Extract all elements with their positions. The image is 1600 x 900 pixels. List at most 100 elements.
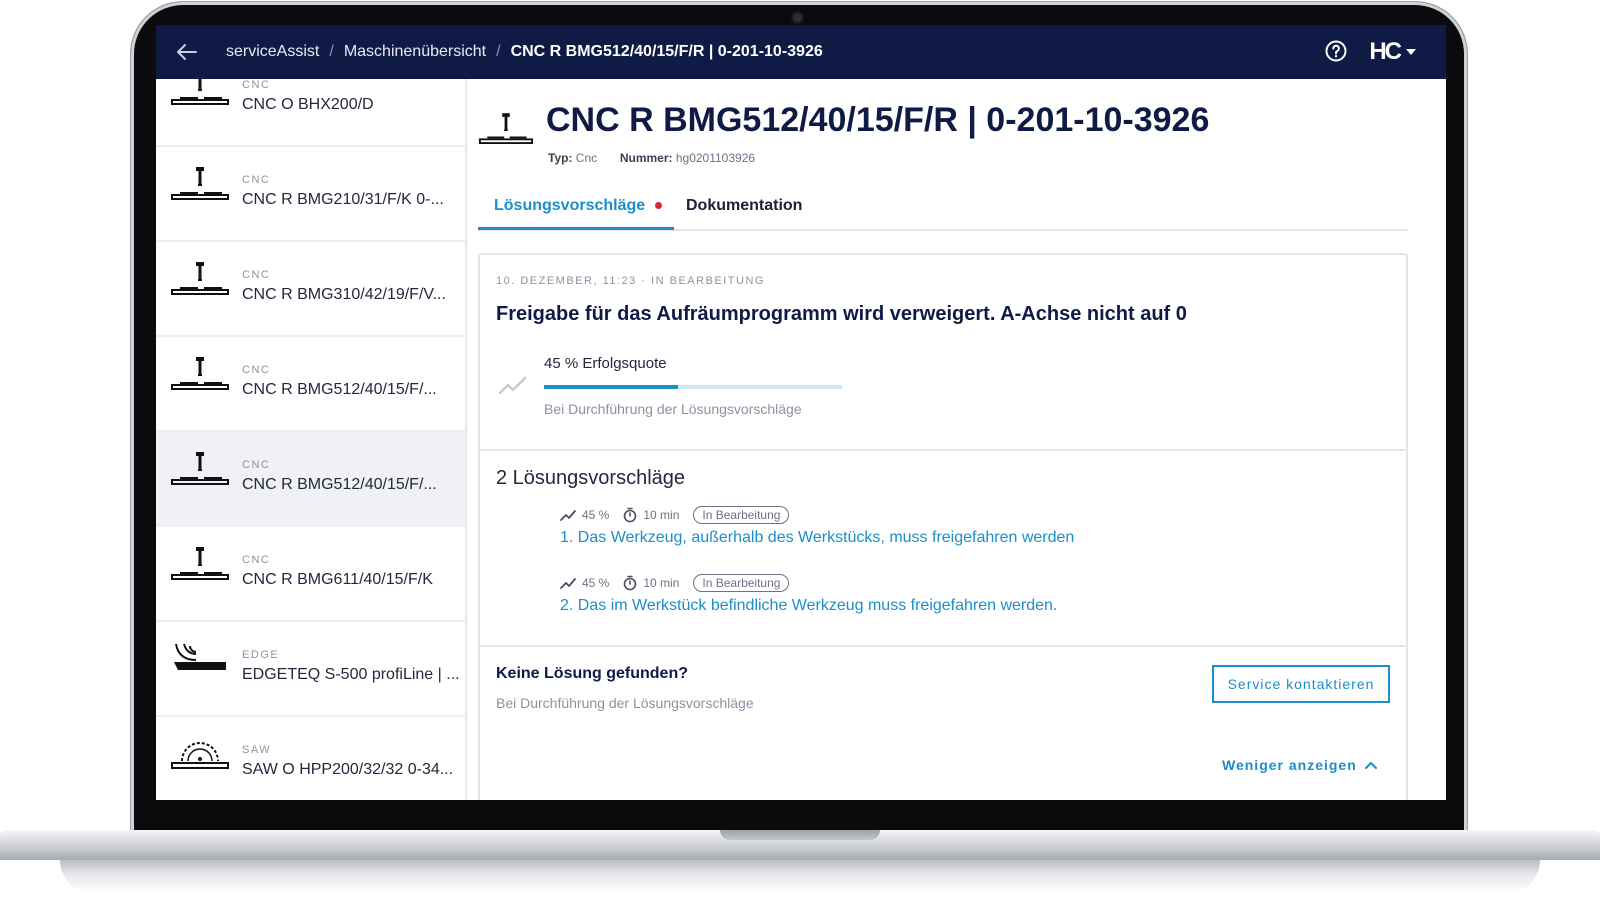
solution-item: 45 % 10 min In Bearbeitung 2. Das im Wer… [560, 573, 1057, 615]
machine-list-item[interactable]: SAW SAW O HPP200/32/32 0-34... [156, 717, 465, 800]
success-rate-label: 45 % Erfolgsquote [544, 355, 667, 372]
machine-list-item[interactable]: CNC CNC R BMG310/42/19/F/V... [156, 242, 465, 337]
issue-status: 10. DEZEMBER, 11:23 · IN BEARBEITUNG [496, 275, 765, 287]
solution-item: 45 % 10 min In Bearbeitung 1. Das Werkze… [560, 505, 1074, 547]
camera [793, 13, 802, 22]
saw-machine-icon [171, 742, 229, 769]
show-less-label: Weniger anzeigen [1222, 757, 1357, 773]
tab-documentation-label: Dokumentation [686, 197, 803, 214]
stopwatch-icon [624, 575, 637, 591]
help-button[interactable] [1324, 39, 1348, 63]
tab-solutions[interactable]: Lösungsvorschläge [494, 197, 663, 215]
trend-icon [498, 376, 527, 395]
machine-name: CNC R BMG611/40/15/F/K [242, 571, 433, 588]
breadcrumb-separator: / [496, 43, 501, 60]
stopwatch-icon [624, 507, 637, 523]
tab-bar: Lösungsvorschläge Dokumentation [478, 191, 1408, 231]
machine-list-item[interactable]: CNC CNC R BMG611/40/15/F/K [156, 527, 465, 622]
page-title: CNC R BMG512/40/15/F/R | 0-201-10-3926 [546, 101, 1210, 139]
machine-name: EDGETEQ S-500 profiLine | ... [242, 666, 460, 683]
breadcrumb: serviceAssist / Maschinenübersicht / CNC… [226, 25, 823, 79]
machine-category: SAW [242, 744, 272, 756]
machine-name: CNC R BMG310/42/19/F/V... [242, 286, 446, 303]
machine-name: CNC O BHX200/D [242, 96, 374, 113]
back-button[interactable] [174, 40, 200, 64]
machine-list-item[interactable]: CNC CNC O BHX200/D [156, 79, 465, 147]
solution-time: 10 min [643, 576, 680, 590]
number-value: hg0201103926 [675, 151, 756, 165]
breadcrumb-serviceassist[interactable]: serviceAssist [226, 43, 319, 61]
active-tab-indicator [478, 227, 674, 230]
machine-detail: CNC R BMG512/40/15/F/R | 0-201-10-3926 T… [478, 79, 1408, 800]
no-solution-section: Keine Lösung gefunden? Bei Durchführung … [480, 647, 1406, 800]
solution-rate: 45 % [582, 576, 610, 590]
machine-category: CNC [242, 554, 271, 566]
brand-logo: HC [1369, 38, 1402, 65]
cnc-machine-icon [171, 547, 229, 580]
laptop-base-bottom [60, 860, 1540, 894]
solution-meta: 45 % 10 min In Bearbeitung [560, 573, 1057, 593]
show-less-button[interactable]: Weniger anzeigen [1222, 757, 1377, 773]
no-solution-title: Keine Lösung gefunden? [496, 665, 688, 682]
cnc-machine-icon [171, 262, 229, 295]
type-label: Typ: [548, 151, 573, 165]
machine-list: CNC CNC O BHX200/D CNC CNC R BMG210/31/F… [156, 79, 467, 800]
trend-icon [560, 578, 576, 589]
machine-category: EDGE [242, 649, 280, 661]
machine-name: CNC R BMG512/40/15/F/... [242, 381, 437, 398]
machine-category: CNC [242, 269, 271, 281]
solution-time: 10 min [643, 508, 680, 522]
tab-documentation[interactable]: Dokumentation [686, 197, 802, 215]
solution-rate: 45 % [582, 508, 610, 522]
laptop-notch [720, 830, 880, 840]
no-solution-subtitle: Bei Durchführung der Lösungsvorschläge [496, 695, 754, 711]
success-rate-fill [544, 385, 679, 389]
arrow-left-icon [177, 44, 197, 60]
machine-list-item-selected[interactable]: CNC CNC R BMG512/40/15/F/... [156, 432, 465, 527]
machine-category: CNC [242, 459, 271, 471]
solution-link[interactable]: 1. Das Werkzeug, außerhalb des Werkstück… [560, 529, 1074, 547]
cnc-machine-icon [171, 79, 229, 105]
machine-meta: Typ: Cnc Nummer: hg0201103926 [548, 151, 755, 165]
tab-solutions-label: Lösungsvorschläge [494, 197, 646, 214]
machine-name: CNC R BMG210/31/F/K 0-... [242, 191, 444, 208]
status-badge: In Bearbeitung [693, 574, 790, 592]
machine-list-item[interactable]: EDGE EDGETEQ S-500 profiLine | ... [156, 622, 465, 717]
edge-machine-icon [174, 643, 226, 670]
contact-service-button[interactable]: Service kontaktieren [1212, 665, 1390, 703]
issue-summary: 10. DEZEMBER, 11:23 · IN BEARBEITUNG Fre… [480, 255, 1406, 451]
cnc-machine-icon [171, 452, 229, 485]
machine-category: CNC [242, 79, 271, 91]
top-bar: serviceAssist / Maschinenübersicht / CNC… [156, 25, 1446, 79]
machine-name: SAW O HPP200/32/32 0-34... [242, 761, 454, 778]
notification-dot [655, 202, 663, 210]
solution-meta: 45 % 10 min In Bearbeitung [560, 505, 1074, 525]
breadcrumb-machine-overview[interactable]: Maschinenübersicht [344, 43, 486, 61]
solution-list: 2 Lösungsvorschläge 45 % 10 min In Bearb… [480, 451, 1406, 647]
machine-category: CNC [242, 364, 271, 376]
success-rate-bar [544, 385, 842, 389]
cnc-machine-icon [171, 167, 229, 200]
chevron-up-icon [1364, 762, 1377, 769]
issue-title: Freigabe für das Aufräumprogramm wird ve… [496, 303, 1187, 325]
help-icon [1325, 40, 1347, 62]
trend-icon [560, 510, 576, 521]
solution-list-title: 2 Lösungsvorschläge [496, 467, 686, 489]
breadcrumb-separator: / [329, 43, 334, 60]
cnc-machine-icon [478, 113, 534, 144]
cnc-machine-icon [171, 357, 229, 390]
issue-card: 10. DEZEMBER, 11:23 · IN BEARBEITUNG Fre… [478, 253, 1408, 800]
machine-list-item[interactable]: CNC CNC R BMG210/31/F/K 0-... [156, 147, 465, 242]
machine-category: CNC [242, 174, 271, 186]
solution-link[interactable]: 2. Das im Werkstück befindliche Werkzeug… [560, 597, 1057, 615]
success-rate-subtitle: Bei Durchführung der Lösungsvorschläge [544, 401, 802, 417]
account-menu[interactable]: HC [1369, 38, 1416, 66]
machine-name: CNC R BMG512/40/15/F/... [242, 476, 437, 493]
laptop-base [0, 830, 1600, 900]
breadcrumb-current: CNC R BMG512/40/15/F/R | 0-201-10-3926 [510, 43, 823, 60]
status-badge: In Bearbeitung [693, 506, 790, 524]
machine-list-item[interactable]: CNC CNC R BMG512/40/15/F/... [156, 337, 465, 432]
number-label: Nummer: [619, 151, 673, 165]
chevron-down-icon [1406, 49, 1416, 55]
screen: serviceAssist / Maschinenübersicht / CNC… [156, 25, 1446, 800]
